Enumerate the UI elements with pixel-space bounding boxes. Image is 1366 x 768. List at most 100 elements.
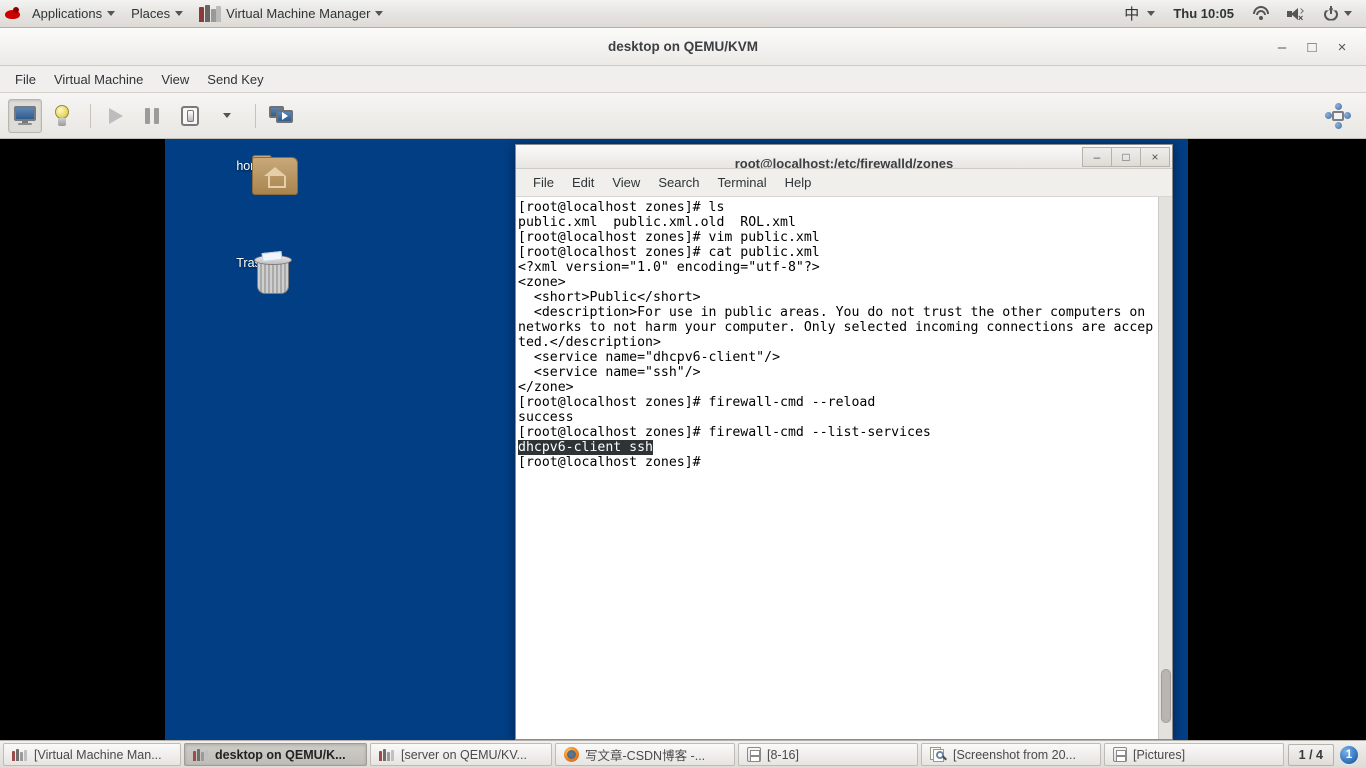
terminal-line: [root@localhost zones]# firewall-cmd --r… bbox=[518, 395, 876, 410]
terminal-scrollbar[interactable] bbox=[1158, 197, 1172, 739]
terminal-window-title: root@localhost:/etc/firewalld/zones bbox=[734, 156, 954, 169]
desktop-icon-trash[interactable]: Trash bbox=[209, 250, 295, 294]
terminal-line: <description>For use in public areas. Yo… bbox=[518, 305, 1146, 320]
terminal-line: ted.</description> bbox=[518, 335, 661, 350]
taskbar-item-desktop-qemu-kvm[interactable]: desktop on QEMU/K... bbox=[184, 743, 367, 766]
taskbar-item-screenshot[interactable]: [Screenshot from 20... bbox=[921, 743, 1101, 766]
terminal-menu-terminal[interactable]: Terminal bbox=[709, 171, 776, 194]
screens-icon bbox=[269, 105, 293, 126]
close-button[interactable]: × bbox=[1334, 40, 1350, 55]
chevron-down-icon bbox=[175, 11, 184, 16]
shutdown-vm-button[interactable] bbox=[173, 99, 207, 133]
taskbar-item-label: [Virtual Machine Man... bbox=[34, 747, 162, 762]
menu-view[interactable]: View bbox=[152, 68, 198, 91]
terminal-line: dhcpv6-client ssh bbox=[518, 440, 1158, 455]
terminal-scrollbar-thumb[interactable] bbox=[1161, 669, 1171, 723]
vmm-toolbar bbox=[0, 93, 1366, 139]
terminal-line: <short>Public</short> bbox=[518, 290, 701, 305]
terminal-selected-text: dhcpv6-client ssh bbox=[518, 440, 653, 455]
input-method-label: 中 bbox=[1124, 6, 1140, 23]
vm-console-viewport[interactable]: home Trash root@localhost:/etc/firewalld… bbox=[0, 139, 1366, 740]
toolbar-separator bbox=[90, 103, 91, 128]
terminal-output[interactable]: [root@localhost zones]# ls public.xml pub… bbox=[516, 197, 1158, 739]
menu-virtual-machine[interactable]: Virtual Machine bbox=[45, 68, 152, 91]
terminal-menu-help[interactable]: Help bbox=[776, 171, 821, 194]
terminal-menu-view[interactable]: View bbox=[603, 171, 649, 194]
vmm-icon bbox=[12, 748, 28, 761]
vmm-window-title: desktop on QEMU/KVM bbox=[607, 39, 758, 54]
minimize-button[interactable]: – bbox=[1274, 40, 1290, 55]
taskbar-item-8-16[interactable]: [8-16] bbox=[738, 743, 918, 766]
terminal-line: <service name="ssh"/> bbox=[518, 365, 701, 380]
menu-send-key[interactable]: Send Key bbox=[198, 68, 272, 91]
shutdown-options-button[interactable] bbox=[210, 99, 244, 133]
files-icon bbox=[747, 747, 761, 762]
chevron-down-icon bbox=[1147, 11, 1156, 16]
input-method-indicator[interactable]: 中 bbox=[1113, 1, 1163, 27]
taskbar-item-server-qemu-kvm[interactable]: [server on QEMU/KV... bbox=[370, 743, 552, 766]
volume-indicator[interactable]: × bbox=[1279, 1, 1313, 27]
bottom-taskbar: [Virtual Machine Man... desktop on QEMU/… bbox=[0, 740, 1366, 768]
vmm-icon bbox=[193, 748, 209, 761]
taskbar-item-label: [8-16] bbox=[767, 747, 799, 762]
virt-manager-window: desktop on QEMU/KVM – □ × File Virtual M… bbox=[0, 28, 1366, 740]
clock[interactable]: Thu 10:05 bbox=[1165, 6, 1242, 21]
terminal-line: [root@localhost zones]# vim public.xml bbox=[518, 230, 820, 245]
taskbar-item-virtual-machine-manager[interactable]: [Virtual Machine Man... bbox=[3, 743, 181, 766]
active-window-menu[interactable]: Virtual Machine Manager bbox=[191, 1, 391, 27]
lightbulb-icon bbox=[52, 104, 72, 127]
pause-vm-button[interactable] bbox=[136, 99, 170, 133]
screenshot-icon bbox=[930, 747, 947, 762]
vmm-menubar: File Virtual Machine View Send Key bbox=[0, 66, 1366, 93]
play-icon bbox=[109, 107, 123, 124]
desktop-icon-home[interactable]: home bbox=[209, 155, 298, 195]
redhat-logo-icon bbox=[4, 5, 22, 23]
taskbar-item-pictures[interactable]: [Pictures] bbox=[1104, 743, 1284, 766]
terminal-titlebar: root@localhost:/etc/firewalld/zones – □ … bbox=[516, 145, 1172, 169]
terminal-line: [root@localhost zones]# bbox=[518, 455, 701, 470]
terminal-menu-file[interactable]: File bbox=[524, 171, 563, 194]
notification-badge[interactable]: 1 bbox=[1339, 744, 1359, 765]
terminal-line: [root@localhost zones]# cat public.xml bbox=[518, 245, 820, 260]
taskbar-item-label: 写文章-CSDN博客 -... bbox=[585, 749, 706, 763]
applications-menu[interactable]: Applications bbox=[24, 1, 123, 27]
terminal-line: success bbox=[518, 410, 574, 425]
taskbar-item-firefox-csdn[interactable]: 写文章-CSDN博客 -... bbox=[555, 743, 735, 766]
terminal-close-button[interactable]: × bbox=[1140, 147, 1170, 167]
maximize-button[interactable]: □ bbox=[1304, 40, 1320, 55]
terminal-line: <?xml version="1.0" encoding="utf-8"?> bbox=[518, 260, 820, 275]
power-icon bbox=[1323, 5, 1339, 22]
terminal-menu-edit[interactable]: Edit bbox=[563, 171, 603, 194]
terminal-maximize-button[interactable]: □ bbox=[1111, 147, 1141, 167]
network-indicator[interactable] bbox=[1244, 1, 1277, 27]
terminal-minimize-button[interactable]: – bbox=[1082, 147, 1112, 167]
toolbar-separator bbox=[255, 103, 256, 128]
show-details-button[interactable] bbox=[45, 99, 79, 133]
firefox-icon bbox=[564, 747, 579, 762]
menu-file[interactable]: File bbox=[6, 68, 45, 91]
vmm-window-controls: – □ × bbox=[1274, 28, 1360, 66]
taskbar-item-label: [Pictures] bbox=[1133, 747, 1186, 762]
take-snapshot-button[interactable] bbox=[264, 99, 298, 133]
virt-manager-icon bbox=[199, 5, 222, 22]
gnome-top-panel: Applications Places Virtual Machine Mana… bbox=[0, 0, 1366, 28]
taskbar-item-label: [Screenshot from 20... bbox=[953, 747, 1076, 762]
terminal-window-controls: – □ × bbox=[1082, 147, 1170, 167]
system-menu[interactable] bbox=[1315, 1, 1360, 27]
terminal-menu-search[interactable]: Search bbox=[649, 171, 708, 194]
show-console-button[interactable] bbox=[8, 98, 42, 133]
pause-icon bbox=[145, 107, 161, 124]
terminal-line: networks to not harm your computer. Only… bbox=[518, 320, 1154, 335]
speaker-muted-icon: × bbox=[1287, 6, 1305, 22]
terminal-menubar: File Edit View Search Terminal Help bbox=[516, 169, 1172, 197]
guest-desktop[interactable]: home Trash root@localhost:/etc/firewalld… bbox=[165, 139, 1188, 740]
wifi-icon bbox=[1252, 6, 1269, 21]
resize-to-vm-button[interactable] bbox=[1321, 99, 1355, 133]
files-icon bbox=[1113, 747, 1127, 762]
run-vm-button[interactable] bbox=[99, 99, 133, 133]
vmm-icon bbox=[379, 748, 395, 761]
workspace-switcher[interactable]: 1 / 4 bbox=[1287, 743, 1334, 766]
applications-menu-label: Applications bbox=[32, 6, 103, 21]
places-menu[interactable]: Places bbox=[123, 1, 191, 27]
taskbar-item-label: desktop on QEMU/K... bbox=[215, 747, 346, 762]
